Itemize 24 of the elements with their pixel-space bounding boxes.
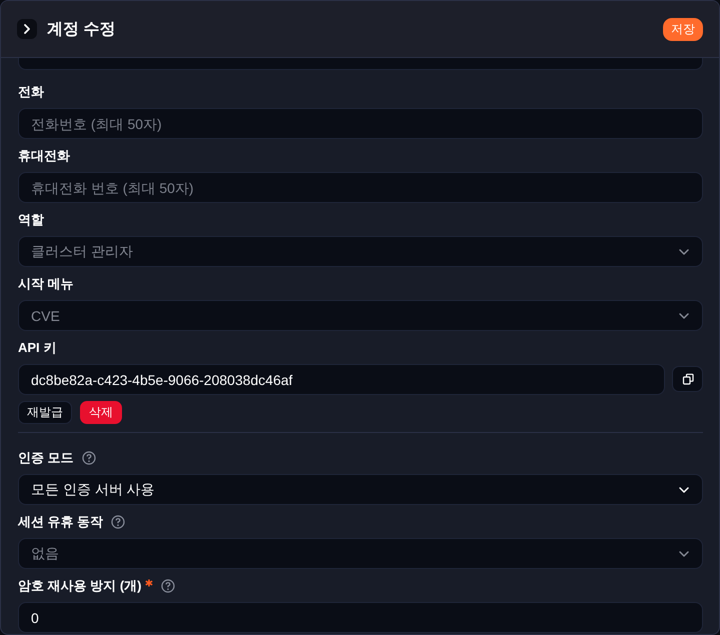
field-label: 암호 재사용 방지 (개) bbox=[18, 577, 142, 595]
input-field[interactable]: 전화번호 (최대 50자) bbox=[18, 108, 703, 139]
help-icon[interactable] bbox=[82, 451, 96, 465]
input-field[interactable]: 0 bbox=[18, 602, 703, 633]
field-label: 시작 메뉴 bbox=[18, 275, 74, 293]
input-field[interactable]: 휴대전화 번호 (최대 50자) bbox=[18, 172, 703, 203]
copy-button[interactable] bbox=[672, 366, 703, 392]
field-label: 휴대전화 bbox=[18, 147, 70, 165]
copy-icon bbox=[682, 373, 694, 385]
field-label: 역할 bbox=[18, 211, 44, 229]
select-field[interactable]: 모든 인증 서버 사용 bbox=[18, 474, 703, 505]
save-button[interactable]: 저장 bbox=[663, 18, 703, 40]
field-label: 세션 유휴 동작 bbox=[18, 513, 104, 531]
input-field[interactable]: dc8be82a-c423-4b5e-9066-208038dc46af bbox=[18, 364, 665, 395]
reissue-button[interactable]: 재발급 bbox=[18, 401, 72, 424]
help-icon[interactable] bbox=[160, 579, 174, 593]
field-label: 인증 모드 bbox=[18, 449, 74, 467]
delete-button[interactable]: 삭제 bbox=[80, 401, 122, 424]
chevron-right-icon bbox=[21, 23, 33, 35]
panel-title: 계정 수정 bbox=[47, 20, 116, 40]
collapse-button[interactable] bbox=[17, 19, 37, 39]
required-icon bbox=[144, 579, 152, 587]
field-label: API 키 bbox=[18, 339, 56, 357]
field-label: 전화 bbox=[18, 83, 44, 101]
